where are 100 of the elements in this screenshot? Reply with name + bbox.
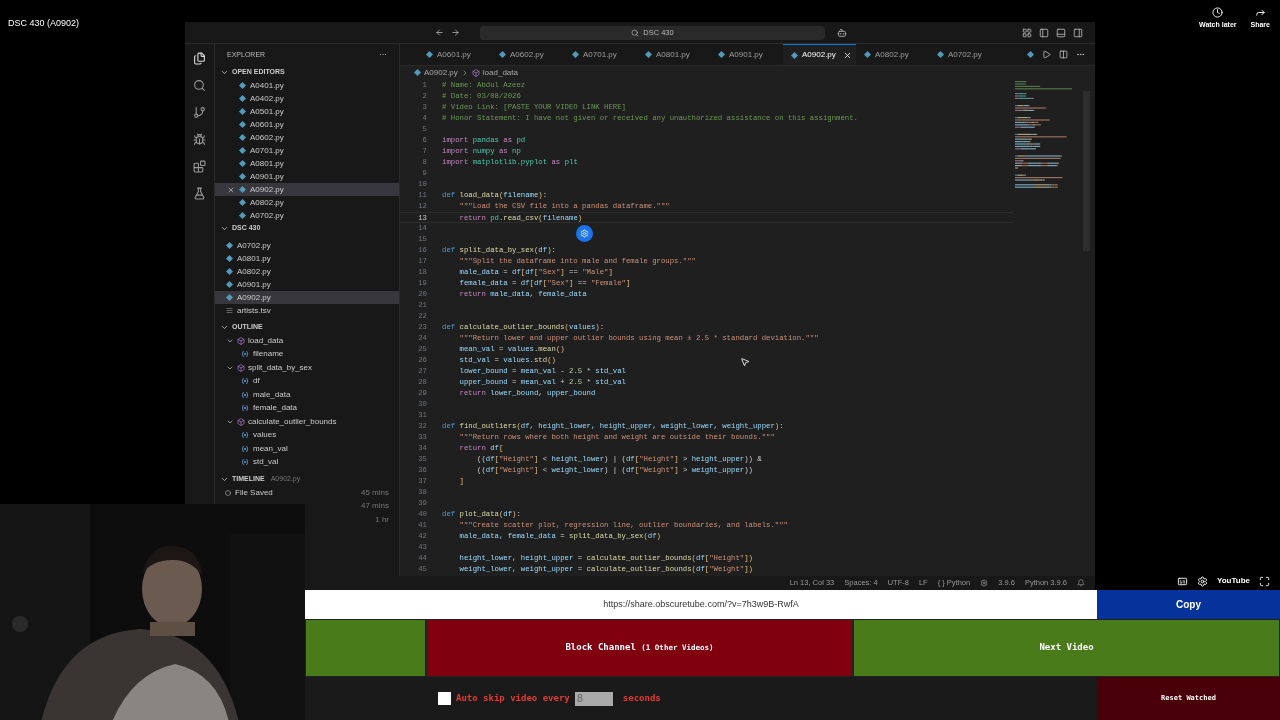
copy-button[interactable]: Copy (1097, 590, 1280, 619)
gear-icon (580, 229, 589, 238)
file-name: A0801.py (250, 157, 284, 170)
open-editor-item[interactable]: A0801.py (215, 157, 399, 170)
editor-tab[interactable]: A0902.py (783, 44, 856, 65)
video-title: DSC 430 (A0902) (8, 18, 80, 28)
editor-tab[interactable]: A0601.py (418, 44, 491, 65)
gear-icon[interactable] (980, 579, 989, 587)
open-editor-item[interactable]: A0402.py (215, 92, 399, 105)
breadcrumb-item[interactable]: A0902.py (424, 66, 458, 79)
open-editor-item[interactable]: A0401.py (215, 79, 399, 92)
outline-item[interactable]: male_data (253, 388, 291, 401)
variable-icon (241, 444, 249, 453)
python-file-icon (645, 51, 652, 58)
file-name: A0902.py (250, 183, 284, 196)
file-item[interactable]: A0801.py (215, 252, 399, 265)
fullscreen-icon[interactable] (1259, 575, 1270, 587)
open-editor-item[interactable]: A0601.py (215, 118, 399, 131)
file-name: A0701.py (250, 144, 284, 157)
outline-item[interactable]: mean_val (253, 442, 288, 455)
close-icon[interactable] (227, 185, 235, 194)
python-file-icon (499, 51, 506, 58)
editor-tab[interactable]: A0802.py (856, 44, 929, 65)
captions-icon[interactable] (1176, 575, 1188, 587)
open-editor-item[interactable]: A0701.py (215, 144, 399, 157)
panel-bottom-icon[interactable] (1056, 27, 1066, 38)
panel-right-icon[interactable] (1073, 27, 1083, 38)
flask-icon[interactable] (193, 187, 206, 200)
commit-icon (225, 489, 231, 496)
file-name: artists.tsv (237, 304, 271, 317)
settings-icon[interactable] (1196, 575, 1208, 587)
youtube-logo[interactable]: YouTube (1216, 575, 1250, 587)
checkbox[interactable] (438, 692, 451, 705)
variable-icon (241, 377, 249, 386)
file-name: A0901.py (250, 170, 284, 183)
editor-tab[interactable]: A0901.py (710, 44, 783, 65)
timeline-time: 45 mins (361, 486, 389, 499)
file-name: A0601.py (250, 118, 284, 131)
search-icon (631, 28, 640, 37)
open-editor-item[interactable]: A0501.py (215, 105, 399, 118)
run-icon[interactable] (1042, 50, 1051, 59)
text-file-icon (226, 307, 233, 314)
open-editor-item[interactable]: A0702.py (215, 209, 399, 222)
file-name: A0702.py (237, 239, 271, 252)
file-item[interactable]: A0902.py (215, 291, 399, 304)
branch-icon[interactable] (193, 106, 206, 119)
open-editor-item[interactable]: A0602.py (215, 131, 399, 144)
explorer-icon[interactable] (193, 52, 206, 65)
file-item[interactable]: A0802.py (215, 265, 399, 278)
close-icon[interactable] (842, 50, 852, 60)
file-name: A0602.py (250, 131, 284, 144)
file-name: A0902.py (237, 291, 271, 304)
forward-icon[interactable] (451, 28, 460, 37)
file-name: A0402.py (250, 92, 284, 105)
layout-icon[interactable] (1022, 27, 1032, 38)
outline-item[interactable]: df (253, 375, 260, 388)
file-item[interactable]: A0702.py (215, 239, 399, 252)
split-editor-icon[interactable] (1059, 50, 1068, 59)
search-icon[interactable] (193, 79, 206, 92)
breadcrumb-item[interactable]: load_data (482, 66, 518, 79)
clock-icon (1212, 7, 1224, 18)
editor-tab[interactable]: A0701.py (564, 44, 637, 65)
panel-left-icon[interactable] (1039, 27, 1049, 38)
open-editor-item[interactable]: A0802.py (215, 196, 399, 209)
file-item[interactable]: artists.tsv (215, 304, 399, 317)
timeline-entry[interactable]: File Saved (235, 486, 273, 499)
variable-icon (241, 431, 249, 440)
bell-icon[interactable] (1077, 579, 1085, 587)
editor-tab[interactable]: A0702.py (929, 44, 1002, 65)
back-icon[interactable] (435, 28, 444, 37)
python-file-icon (937, 51, 944, 58)
outline-item[interactable]: load_data (248, 334, 284, 347)
outline-item[interactable]: split_data_by_sex (248, 361, 313, 374)
editor-tab[interactable]: A0602.py (491, 44, 564, 65)
chevron-down-icon[interactable] (220, 475, 229, 484)
outline-item[interactable]: values (253, 429, 277, 442)
file-name: A0802.py (237, 265, 271, 278)
variable-icon (241, 350, 249, 359)
robot-icon[interactable] (837, 27, 847, 38)
outline-item[interactable]: female_data (253, 402, 298, 415)
python-file-icon (572, 51, 579, 58)
file-item[interactable]: A0901.py (215, 278, 399, 291)
url-field[interactable]: https://share.obscuretube.com/?v=7h3w9B-RwfA (305, 590, 1097, 619)
seconds-label: seconds (622, 691, 661, 705)
chevron-down-icon[interactable] (220, 323, 229, 332)
extensions-icon[interactable] (193, 160, 206, 173)
chevron-down-icon[interactable] (220, 68, 229, 77)
more-actions-button[interactable]: ··· (379, 49, 387, 61)
outline-item[interactable]: std_val (253, 456, 279, 469)
chevron-down-icon[interactable] (220, 224, 229, 233)
outline-item[interactable]: filename (253, 348, 284, 361)
outline-item[interactable]: calculate_outlier_bounds (248, 415, 337, 428)
next-video-button[interactable]: Next Video (853, 619, 1280, 677)
more-icon[interactable] (1076, 50, 1085, 59)
bug-icon[interactable] (193, 133, 206, 146)
python-file-icon (1027, 51, 1034, 58)
editor-tab[interactable]: A0801.py (637, 44, 710, 65)
open-editor-item[interactable]: A0902.py (215, 183, 399, 196)
file-name: A0702.py (250, 209, 284, 222)
open-editor-item[interactable]: A0901.py (215, 170, 399, 183)
